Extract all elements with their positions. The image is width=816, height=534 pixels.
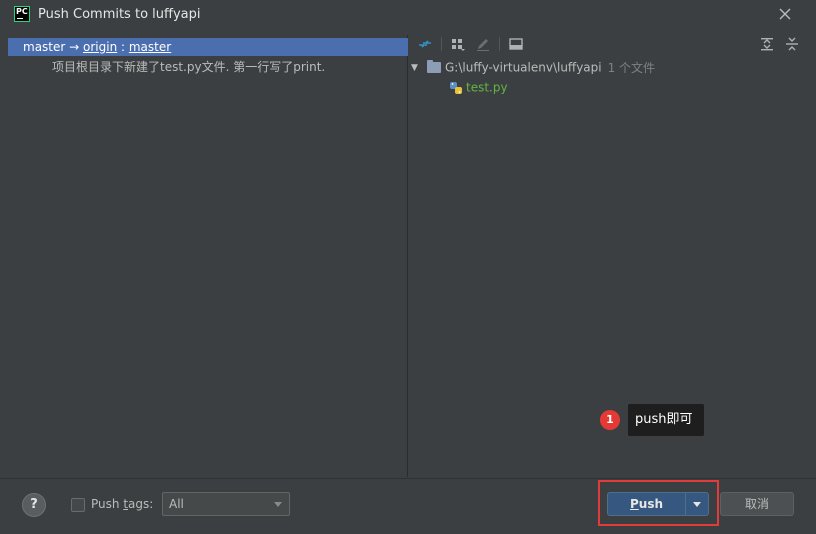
python-file-icon xyxy=(449,81,463,95)
tree-root-folder[interactable]: ▼ G:\luffy-virtualenv\luffyapi 1 个文件 xyxy=(411,58,655,76)
commits-panel: master → origin : master 项目根目录下新建了test.p… xyxy=(8,35,408,477)
expand-all-icon[interactable] xyxy=(759,36,775,52)
collapse-all-icon[interactable] xyxy=(784,36,800,52)
button-bar: ? Push tags: All Push 取消 xyxy=(0,478,816,534)
folder-icon xyxy=(427,60,441,73)
push-tags-checkbox[interactable] xyxy=(71,498,85,512)
target-branch-link[interactable]: master xyxy=(129,40,171,54)
cancel-button[interactable]: 取消 xyxy=(720,492,794,516)
expand-arrow-icon[interactable]: ▼ xyxy=(411,59,423,77)
push-options-chevron-icon[interactable] xyxy=(686,493,708,515)
branch-arrow: → xyxy=(65,40,84,54)
branch-separator: : xyxy=(117,40,129,54)
help-button[interactable]: ? xyxy=(22,493,46,517)
group-by-icon[interactable] xyxy=(450,36,466,52)
remote-link[interactable]: origin xyxy=(83,40,117,54)
file-name: test.py xyxy=(466,80,508,95)
tree-file-item[interactable]: test.py xyxy=(449,78,508,96)
push-button[interactable]: Push xyxy=(607,492,709,516)
annotation-badge: 1 xyxy=(600,410,620,430)
diff-arrows-icon[interactable] xyxy=(417,36,433,52)
preview-icon[interactable] xyxy=(508,36,524,52)
root-path: G:\luffy-virtualenv\luffyapi xyxy=(445,60,602,75)
changes-toolbar xyxy=(409,35,808,57)
annotation-tooltip: push即可 xyxy=(628,404,704,436)
local-branch: master xyxy=(23,40,66,54)
file-count: 1 个文件 xyxy=(607,60,656,75)
window-title: Push Commits to luffyapi xyxy=(38,7,201,22)
tags-value: All xyxy=(169,497,184,511)
edit-icon[interactable] xyxy=(475,36,491,52)
title-bar: PC Push Commits to luffyapi xyxy=(0,0,816,30)
close-icon[interactable] xyxy=(778,7,792,21)
commit-item[interactable]: 项目根目录下新建了test.py文件. 第一行写了print. xyxy=(52,58,325,76)
tags-dropdown[interactable]: All xyxy=(162,492,290,516)
push-tags-label[interactable]: Push tags: xyxy=(91,497,153,511)
branch-row[interactable]: master → origin : master xyxy=(8,38,408,56)
push-button-label[interactable]: Push xyxy=(608,493,686,515)
pycharm-icon: PC xyxy=(14,6,30,22)
chevron-down-icon xyxy=(274,502,282,507)
